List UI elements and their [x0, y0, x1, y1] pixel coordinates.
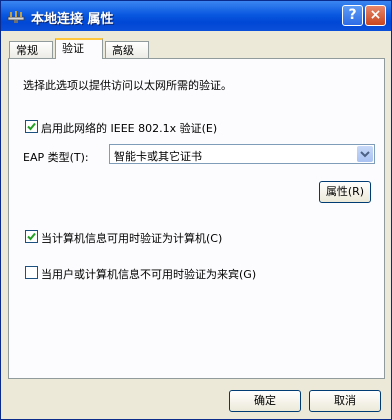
tab-advanced[interactable]: 高级: [105, 41, 149, 58]
tab-panel: 选择此选项以提供访问以太网所需的验证。 启用此网络的 IEEE 802.1x 验…: [8, 58, 385, 379]
network-connection-icon: [7, 8, 25, 24]
tab-authentication[interactable]: 验证: [55, 38, 103, 59]
properties-window: 本地连接 属性 ? × 常规 验证 高级 选择此选项以提供访问以太网所需的验证。…: [0, 0, 392, 420]
checkmark-icon: [27, 232, 36, 241]
ok-button[interactable]: 确定: [229, 390, 301, 412]
close-button[interactable]: ×: [365, 5, 386, 26]
window-title: 本地连接 属性: [31, 12, 114, 27]
properties-button[interactable]: 属性(R): [319, 181, 371, 203]
eap-type-label: EAP 类型(T):: [23, 151, 89, 164]
auth-computer-label[interactable]: 当计算机信息可用时验证为计算机(C): [41, 230, 222, 246]
help-button[interactable]: ?: [342, 5, 363, 26]
enable-8021x-label[interactable]: 启用此网络的 IEEE 802.1x 验证(E): [41, 120, 217, 136]
cancel-button[interactable]: 取消: [309, 390, 381, 412]
title-bar[interactable]: 本地连接 属性 ? ×: [1, 1, 391, 31]
auth-guest-checkbox[interactable]: [25, 266, 38, 279]
enable-8021x-checkbox[interactable]: [25, 120, 38, 133]
description-text: 选择此选项以提供访问以太网所需的验证。: [23, 79, 232, 92]
auth-guest-label[interactable]: 当用户或计算机信息不可用时验证为来宾(G): [41, 266, 256, 282]
chevron-down-icon[interactable]: [357, 146, 373, 162]
eap-type-value: 智能卡或其它证书: [114, 150, 202, 163]
eap-type-select[interactable]: 智能卡或其它证书: [109, 144, 375, 164]
auth-computer-checkbox[interactable]: [25, 230, 38, 243]
checkmark-icon: [27, 122, 36, 131]
tab-general[interactable]: 常规: [9, 41, 53, 58]
